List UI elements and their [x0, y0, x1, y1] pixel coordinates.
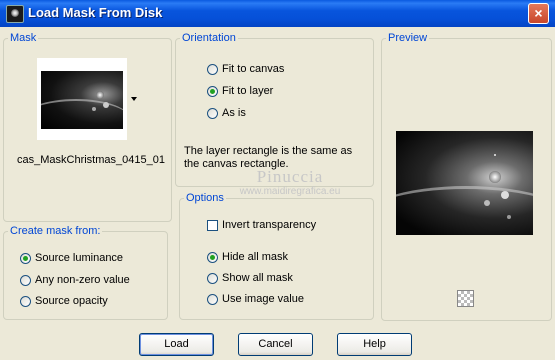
radio-source-opacity-indicator[interactable]	[20, 295, 31, 307]
radio-as-is-label: As is	[222, 107, 246, 119]
mask-filename: cas_MaskChristmas_0415_01	[17, 154, 165, 166]
radio-any-non-zero[interactable]: Any non-zero value	[20, 274, 130, 286]
radio-as-is[interactable]: As is	[207, 107, 246, 119]
radio-hide-all-mask-indicator[interactable]	[207, 251, 218, 263]
radio-use-image-value-indicator[interactable]	[207, 293, 218, 305]
preview-image	[396, 131, 533, 235]
create-mask-legend: Create mask from:	[10, 225, 101, 237]
load-button[interactable]: Load	[139, 333, 214, 356]
radio-as-is-indicator[interactable]	[207, 107, 218, 119]
invert-transparency-checkbox[interactable]: Invert transparency	[207, 219, 316, 231]
radio-fit-to-canvas-indicator[interactable]	[207, 63, 218, 75]
radio-source-luminance[interactable]: Source luminance	[20, 252, 123, 264]
radio-fit-to-layer-indicator[interactable]	[207, 85, 218, 97]
radio-any-non-zero-label: Any non-zero value	[35, 274, 130, 286]
radio-hide-all-mask[interactable]: Hide all mask	[207, 251, 288, 263]
close-button[interactable]: ×	[528, 3, 549, 24]
help-button[interactable]: Help	[337, 333, 412, 356]
orientation-description: The layer rectangle is the same as the c…	[184, 145, 353, 170]
invert-transparency-label: Invert transparency	[222, 219, 317, 231]
radio-show-all-mask-label: Show all mask	[222, 272, 293, 284]
app-icon	[6, 5, 24, 23]
radio-source-opacity-label: Source opacity	[35, 295, 108, 307]
title-bar: Load Mask From Disk ×	[0, 0, 555, 27]
radio-hide-all-mask-label: Hide all mask	[222, 251, 289, 263]
radio-fit-to-canvas[interactable]: Fit to canvas	[207, 63, 284, 75]
mask-thumbnail[interactable]	[37, 58, 127, 140]
preview-legend: Preview	[388, 32, 428, 44]
radio-show-all-mask[interactable]: Show all mask	[207, 272, 293, 284]
radio-fit-to-layer-label: Fit to layer	[222, 85, 274, 97]
radio-use-image-value[interactable]: Use image value	[207, 293, 304, 305]
invert-transparency-box[interactable]	[207, 219, 218, 231]
radio-fit-to-canvas-label: Fit to canvas	[222, 63, 285, 75]
radio-source-luminance-indicator[interactable]	[20, 252, 31, 264]
radio-source-opacity[interactable]: Source opacity	[20, 295, 108, 307]
radio-use-image-value-label: Use image value	[222, 293, 304, 305]
transparency-checker-icon[interactable]	[457, 290, 474, 307]
radio-any-non-zero-indicator[interactable]	[20, 274, 31, 286]
orientation-legend: Orientation	[182, 32, 236, 44]
mask-legend: Mask	[10, 32, 37, 44]
radio-fit-to-layer[interactable]: Fit to layer	[207, 85, 273, 97]
cancel-button[interactable]: Cancel	[238, 333, 313, 356]
mask-dropdown-arrow-icon[interactable]	[131, 97, 137, 101]
radio-show-all-mask-indicator[interactable]	[207, 272, 218, 284]
options-legend: Options	[186, 192, 224, 204]
radio-source-luminance-label: Source luminance	[35, 252, 124, 264]
window-title: Load Mask From Disk	[28, 5, 163, 20]
